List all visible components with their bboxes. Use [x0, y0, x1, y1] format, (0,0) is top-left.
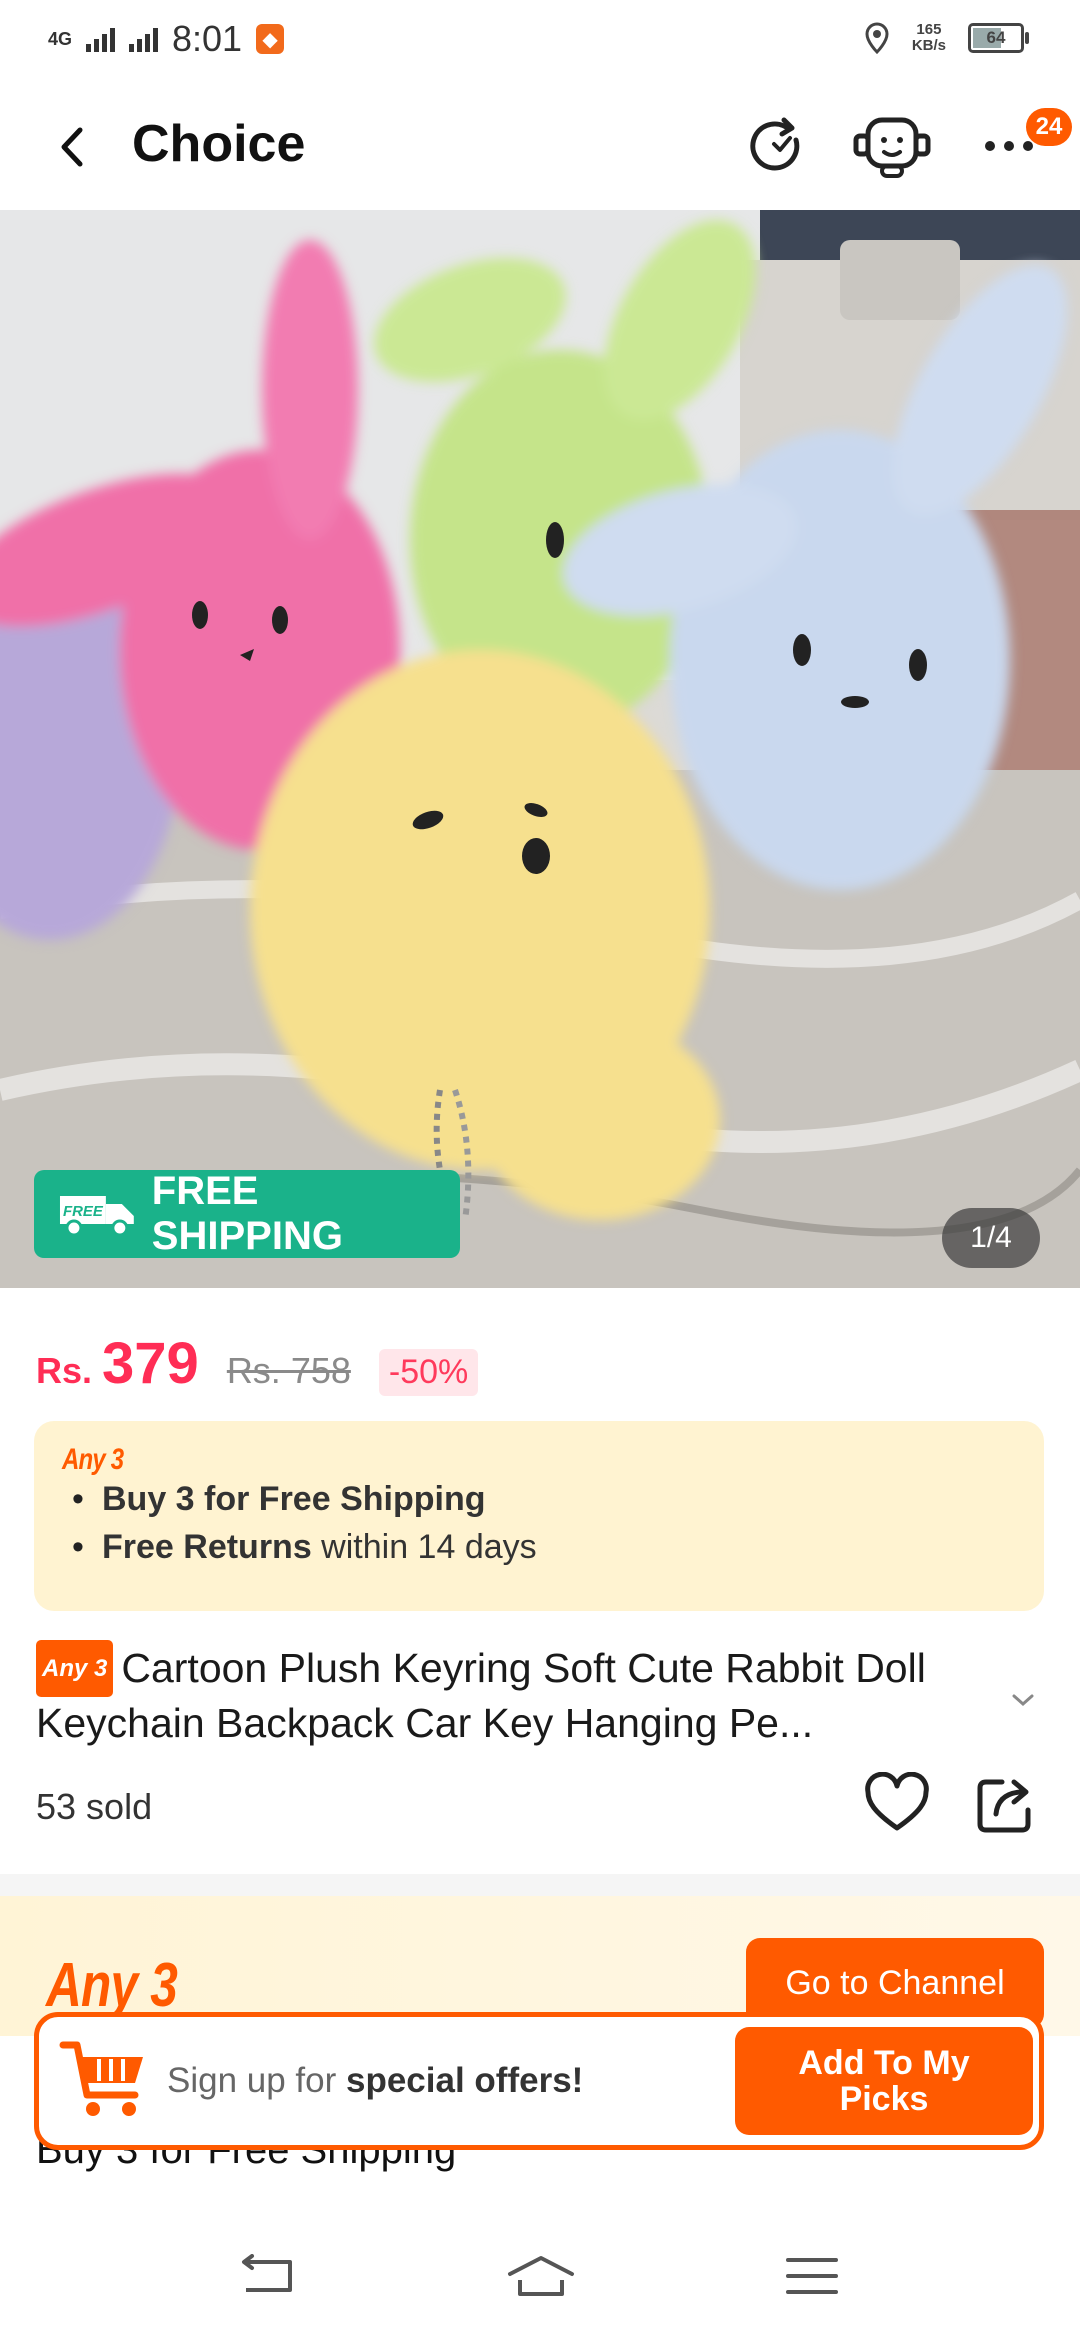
page-title: Choice — [132, 115, 306, 173]
nav-back-icon[interactable] — [238, 2254, 298, 2298]
product-image-carousel[interactable]: FREE FREE SHIPPING 1/4 — [0, 210, 1080, 1288]
signup-offer-bar: Sign up for special offers! Add To My Pic… — [34, 2012, 1044, 2150]
any3-channel-logo: Any 3 — [46, 1951, 178, 2020]
free-shipping-badge: FREE FREE SHIPPING — [34, 1169, 460, 1258]
more-options-button[interactable]: 24 — [976, 108, 1080, 184]
image-counter: 1/4 — [942, 1208, 1040, 1268]
delivery-truck-icon: FREE — [59, 1196, 134, 1237]
back-arrow-icon[interactable] — [52, 124, 92, 170]
benefit-free-shipping: Buy 3 for Free Shipping — [72, 1475, 537, 1523]
nav-home-icon[interactable] — [506, 2254, 576, 2298]
status-right: 165 KB/s 64 — [864, 21, 1029, 54]
signal-icon — [86, 26, 116, 52]
clock: 8:01 — [172, 18, 243, 59]
add-to-my-picks-button[interactable]: Add To My Picks — [735, 2027, 1033, 2135]
top-app-bar: Choice 24 — [0, 84, 1080, 210]
price-row: Rs. 379 Rs. 758 -50% — [36, 1330, 479, 1397]
refresh-icon[interactable] — [744, 114, 810, 180]
product-photo — [0, 210, 1080, 1288]
network-speed: 165 KB/s — [911, 21, 946, 54]
any3-badge: Any 3 — [36, 1640, 114, 1697]
share-icon[interactable] — [976, 1772, 1034, 1834]
battery-icon: 64 — [968, 23, 1029, 53]
promo-box[interactable]: Any 3 Buy 3 for Free Shipping Free Retur… — [34, 1421, 1044, 1611]
nav-menu-icon[interactable] — [782, 2254, 842, 2298]
original-price: Rs. 758 — [226, 1350, 351, 1391]
free-shipping-label: FREE SHIPPING — [151, 1169, 343, 1258]
signup-text: Sign up for special offers! — [167, 2061, 584, 2100]
app-notification-icon: ◆ — [256, 24, 285, 54]
signal-2-icon — [129, 26, 159, 52]
benefit-free-returns: Free Returns within 14 days — [72, 1523, 537, 1571]
section-divider — [0, 1874, 1080, 1896]
any3-logo: Any 3 — [62, 1443, 124, 1476]
location-icon — [865, 22, 889, 54]
discount-badge: -50% — [378, 1349, 479, 1396]
svg-text:FREE: FREE — [63, 1203, 104, 1220]
status-left: 4G 8:01 ◆ — [48, 18, 285, 60]
customer-service-icon[interactable] — [852, 114, 932, 180]
current-price: Rs. 379 — [36, 1331, 199, 1396]
promo-benefits: Buy 3 for Free Shipping Free Returns wit… — [70, 1475, 537, 1571]
network-indicator: 4G — [48, 29, 73, 49]
product-title[interactable]: Any 3 Cartoon Plush Keyring Soft Cute Rab… — [36, 1640, 996, 1750]
cart-count-badge: 24 — [1026, 108, 1072, 146]
shopping-cart-icon — [59, 2041, 143, 2116]
status-bar: 4G 8:01 ◆ 165 KB/s 64 — [0, 0, 1080, 84]
system-nav-bar — [0, 2200, 1080, 2340]
chevron-down-icon[interactable] — [1008, 1690, 1038, 1710]
wishlist-heart-icon[interactable] — [864, 1772, 930, 1838]
sold-count: 53 sold — [36, 1786, 153, 1827]
